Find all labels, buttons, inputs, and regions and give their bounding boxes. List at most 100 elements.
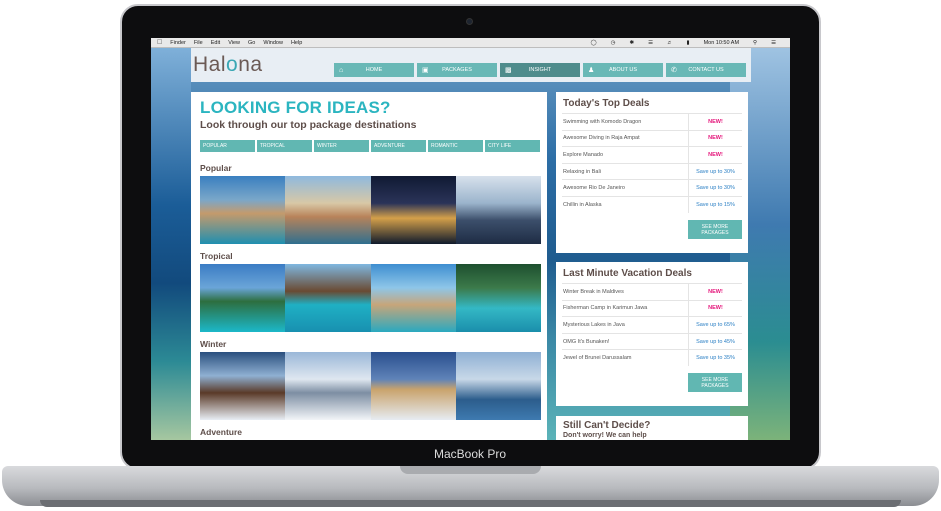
deal-name: Awesome Diving in Raja Ampat	[563, 135, 640, 142]
section-popular-label: Popular	[200, 163, 232, 173]
deal-name: Awesome Rio De Janeiro	[563, 185, 625, 192]
see-more-packages-button[interactable]: SEE MORE PACKAGES	[688, 220, 742, 239]
tab-tropical[interactable]: TROPICAL	[257, 140, 312, 152]
menu-view[interactable]: View	[228, 40, 240, 46]
photo-winter-lake	[455, 352, 541, 420]
bluetooth-icon[interactable]: ✱	[629, 40, 634, 46]
nav-insight-label: INSIGHT	[528, 67, 552, 73]
camera-icon	[466, 18, 473, 25]
deal-row[interactable]: Explore Manado NEW!	[562, 146, 742, 163]
menu-finder[interactable]: Finder	[170, 40, 186, 46]
top-deals-panel: Today's Top Deals Swimming with Komodo D…	[556, 92, 748, 253]
logo-text-end: na	[238, 53, 263, 76]
nav-about-label: ABOUT US	[608, 67, 637, 73]
deal-row[interactable]: Swimming with Komodo Dragon NEW!	[562, 113, 742, 130]
battery-icon[interactable]: ▮	[687, 40, 690, 46]
deal-row[interactable]: Mysterious Lakes in Java Save up to 65%	[562, 316, 742, 333]
sync-icon[interactable]: ◯	[591, 40, 597, 46]
laptop-brand: MacBook Pro	[433, 447, 507, 461]
menu-window[interactable]: Window	[263, 40, 283, 46]
deal-row[interactable]: Relaxing in Bali Save up to 30%	[562, 162, 742, 180]
apple-icon[interactable]: 	[157, 39, 162, 46]
deal-name: OMG It's Bunaken!	[563, 338, 610, 345]
deal-badge: NEW!	[688, 130, 742, 147]
menu-go[interactable]: Go	[248, 40, 255, 46]
deal-badge: NEW!	[688, 284, 742, 300]
photo-harbor-hotel	[285, 176, 371, 244]
deal-row[interactable]: Awesome Diving in Raja Ampat NEW!	[562, 129, 742, 147]
menu-edit[interactable]: Edit	[211, 40, 220, 46]
banner-tropical[interactable]	[200, 264, 541, 332]
decide-panel: Still Can't Decide? Don't worry! We can …	[556, 416, 748, 440]
menubar-clock[interactable]: Mon 10:50 AM	[704, 40, 739, 46]
decide-text: Don't worry! We can help	[563, 432, 647, 439]
user-icon: ♟	[588, 67, 595, 74]
tab-popular[interactable]: POPULAR	[200, 140, 255, 152]
deal-badge: Save up to 35%	[688, 350, 742, 366]
wifi-icon[interactable]: ☰	[648, 40, 653, 46]
list-icon[interactable]: ☰	[771, 40, 776, 46]
laptop-lip	[40, 500, 901, 507]
deal-badge: Save up to 45%	[688, 333, 742, 350]
top-deals-title: Today's Top Deals	[563, 98, 650, 109]
deal-badge: Save up to 30%	[688, 163, 742, 180]
last-minute-title: Last Minute Vacation Deals	[563, 268, 692, 279]
tab-adventure[interactable]: ADVENTURE	[371, 140, 426, 152]
clock-icon[interactable]: ◷	[611, 40, 616, 46]
banner-winter[interactable]	[200, 352, 541, 420]
deal-row[interactable]: Fisherman Camp in Karimun Jawa NEW!	[562, 299, 742, 317]
deal-badge: Save up to 30%	[688, 180, 742, 196]
section-winter-label: Winter	[200, 339, 227, 349]
see-more-packages-button[interactable]: SEE MORE PACKAGES	[688, 373, 742, 392]
deal-name: Relaxing in Bali	[563, 168, 601, 175]
deal-row[interactable]: Awesome Rio De Janeiro Save up to 30%	[562, 179, 742, 196]
tab-city-life[interactable]: CITY LIFE	[485, 140, 540, 152]
nav-contact-us[interactable]: ✆ CONTACT US	[666, 63, 746, 77]
search-icon[interactable]: ⚲	[753, 40, 757, 46]
deal-row[interactable]: Chillin in Alaska Save up to 15%	[562, 195, 742, 213]
deal-badge: NEW!	[688, 147, 742, 163]
section-adventure-label: Adventure	[200, 427, 243, 437]
menu-help[interactable]: Help	[291, 40, 302, 46]
deal-name: Jewel of Brunei Darussalam	[563, 355, 632, 362]
menu-file[interactable]: File	[194, 40, 203, 46]
photo-coastal-village	[200, 176, 286, 244]
nav-home[interactable]: ⌂ HOME	[334, 63, 414, 77]
deal-name: Swimming with Komodo Dragon	[563, 118, 642, 125]
page-title: LOOKING FOR IDEAS?	[200, 98, 391, 117]
logo-text-start: Hal	[193, 53, 227, 76]
laptop-notch	[400, 466, 541, 474]
banner-popular[interactable]	[200, 176, 541, 244]
nav-about-us[interactable]: ♟ ABOUT US	[583, 63, 663, 77]
last-minute-panel: Last Minute Vacation Deals Winter Break …	[556, 262, 748, 406]
nav-home-label: HOME	[365, 67, 383, 73]
tab-winter[interactable]: WINTER	[314, 140, 369, 152]
os-menubar:  Finder File Edit View Go Window Help ◯…	[151, 38, 790, 48]
deal-name: Mysterious Lakes in Java	[563, 321, 625, 328]
page-subtitle: Look through our top package destination…	[200, 119, 417, 131]
nav-packages[interactable]: ▣ PACKAGES	[417, 63, 497, 77]
logo[interactable]: Halona	[193, 53, 263, 77]
photo-olympic-rings	[370, 352, 456, 420]
deal-name: Winter Break in Maldives	[563, 288, 624, 295]
gift-icon: ▣	[422, 67, 429, 74]
category-tabs: POPULAR TROPICAL WINTER ADVENTURE ROMANT…	[200, 140, 540, 152]
deal-name: Explore Manado	[563, 151, 604, 158]
photo-city-night	[370, 176, 456, 244]
tab-romantic[interactable]: ROMANTIC	[428, 140, 483, 152]
nav-packages-label: PACKAGES	[442, 67, 472, 73]
deal-row[interactable]: Winter Break in Maldives NEW!	[562, 283, 742, 300]
phone-icon: ✆	[671, 67, 677, 74]
volume-icon[interactable]: ♬	[667, 40, 673, 46]
deal-badge: Save up to 65%	[688, 317, 742, 333]
main-nav: ⌂ HOME ▣ PACKAGES ▩ INSIGHT ♟ ABOUT US ✆ CONT…	[334, 63, 746, 77]
deal-badge: NEW!	[688, 114, 742, 130]
camera-icon: ▩	[505, 67, 512, 74]
photo-resort-pool	[455, 264, 541, 332]
nav-insight[interactable]: ▩ INSIGHT	[500, 63, 580, 77]
nav-contact-label: CONTACT US	[688, 67, 724, 73]
decide-title: Still Can't Decide?	[563, 420, 651, 431]
photo-snow-cabins	[200, 352, 286, 420]
deal-row[interactable]: OMG It's Bunaken! Save up to 45%	[562, 332, 742, 350]
deal-row[interactable]: Jewel of Brunei Darussalam Save up to 35%	[562, 349, 742, 366]
